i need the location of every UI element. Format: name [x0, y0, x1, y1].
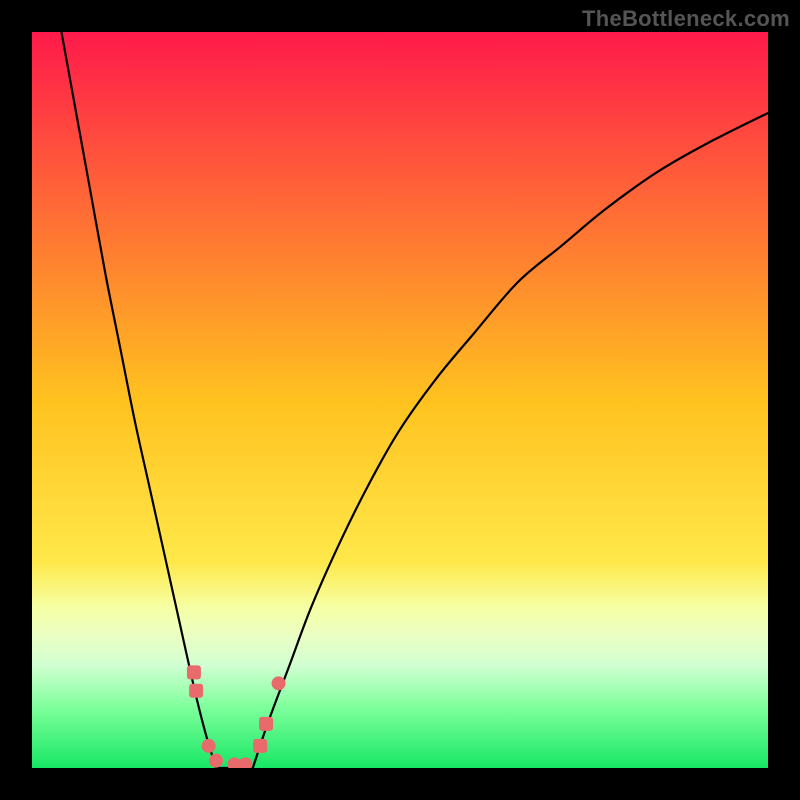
watermark-text: TheBottleneck.com: [582, 6, 790, 32]
series-right-branch: [253, 113, 768, 768]
series-left-branch: [61, 32, 216, 768]
curve-layer: [32, 32, 768, 768]
data-marker: [189, 684, 203, 698]
data-marker: [272, 676, 286, 690]
chart-frame: TheBottleneck.com: [0, 0, 800, 800]
data-marker: [253, 739, 267, 753]
data-marker: [259, 717, 273, 731]
data-marker: [187, 665, 201, 679]
data-marker: [209, 754, 223, 768]
plot-area: [32, 32, 768, 768]
data-marker: [202, 739, 216, 753]
data-marker: [238, 757, 252, 768]
